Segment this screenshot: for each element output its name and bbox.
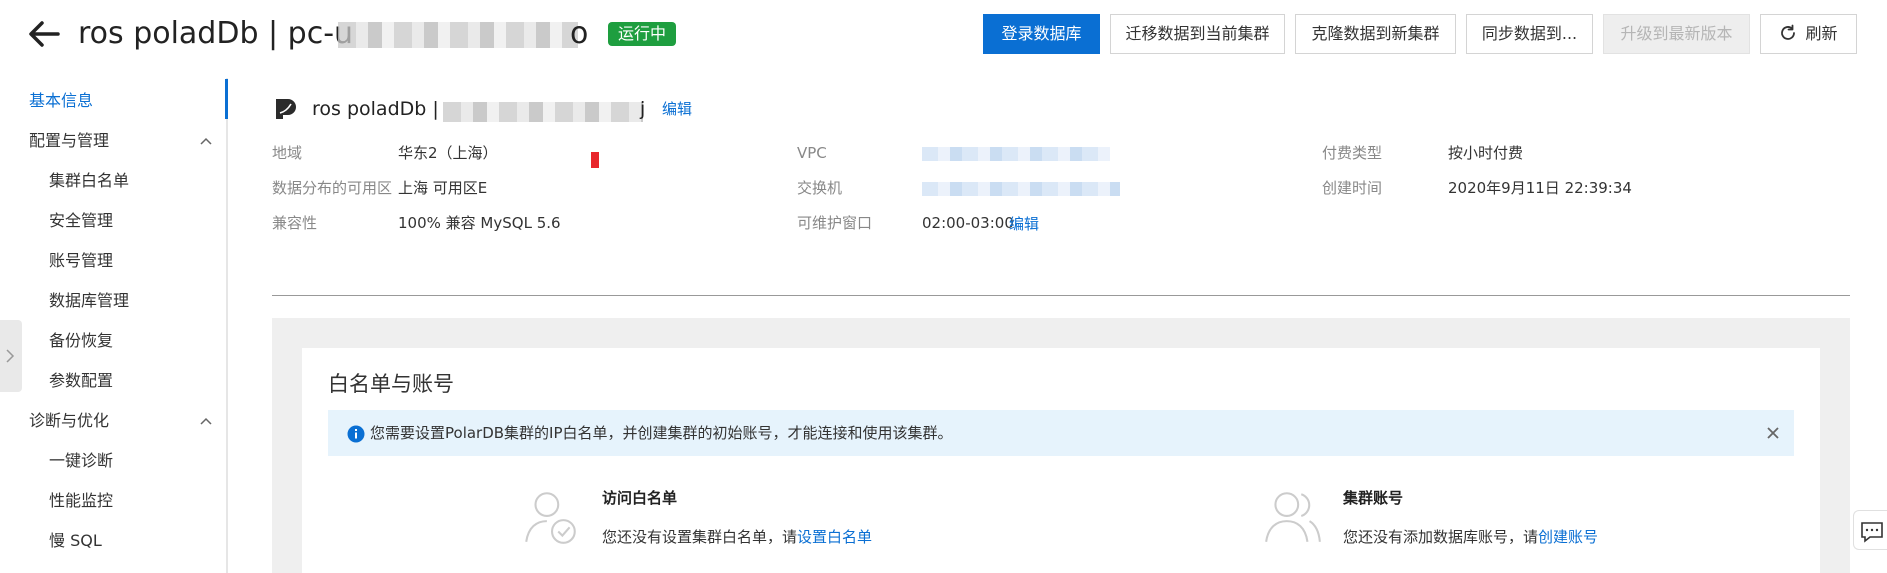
- created-label: 创建时间: [1322, 179, 1383, 197]
- sidebar-item-performance[interactable]: 性能监控: [49, 489, 113, 513]
- sidebar-item-whitelist[interactable]: 集群白名单: [49, 169, 129, 193]
- chevron-up-icon[interactable]: [199, 136, 213, 146]
- polardb-logo-icon: [276, 99, 296, 119]
- region-label: 地域: [272, 144, 303, 162]
- chat-icon: [1861, 522, 1883, 543]
- page-title-text: ros poladDb | pc-u: [78, 16, 354, 51]
- upgrade-version-button[interactable]: 升级到最新版本: [1603, 14, 1750, 54]
- create-account-link[interactable]: 创建账号: [1538, 528, 1598, 546]
- whitelist-desc: 您还没有设置集群白名单，请设置白名单: [602, 527, 872, 547]
- refresh-icon: [1781, 24, 1796, 40]
- maint-window-value: 02:00-03:00: [922, 214, 1014, 232]
- region-value: 华东2（上海）: [398, 144, 498, 162]
- notice-text: 您需要设置PolarDB集群的IP白名单，并创建集群的初始账号，才能连接和使用该…: [370, 424, 953, 442]
- login-database-button[interactable]: 登录数据库: [983, 14, 1100, 54]
- back-arrow-icon[interactable]: [24, 14, 64, 54]
- compat-label: 兼容性: [272, 214, 318, 232]
- sidebar-group-diagnosis[interactable]: 诊断与优化: [29, 409, 109, 433]
- page-title: ros poladDb | pc-u: [78, 14, 353, 54]
- refresh-label: 刷新: [1805, 24, 1838, 43]
- whitelist-user-icon: [525, 492, 576, 544]
- account-title: 集群账号: [1343, 489, 1404, 507]
- info-icon: [347, 425, 365, 443]
- zone-value: 上海 可用区E: [398, 179, 488, 197]
- set-whitelist-link[interactable]: 设置白名单: [797, 528, 872, 546]
- sidebar-item-backup[interactable]: 备份恢复: [49, 329, 113, 353]
- migrate-data-button[interactable]: 迁移数据到当前集群: [1110, 14, 1285, 54]
- maint-window-label: 可维护窗口: [797, 214, 873, 232]
- sync-data-button[interactable]: 同步数据到...: [1466, 14, 1593, 54]
- chevron-up-icon[interactable]: [199, 416, 213, 426]
- page-title-tail: o: [570, 16, 589, 51]
- close-icon[interactable]: [1765, 425, 1781, 441]
- sidebar-item-one-click-diagnosis[interactable]: 一键诊断: [49, 449, 113, 473]
- chat-support-button[interactable]: [1853, 510, 1887, 550]
- created-value: 2020年9月11日 22:39:34: [1448, 179, 1632, 197]
- status-badge: 运行中: [608, 22, 677, 46]
- pay-type-value: 按小时付费: [1448, 144, 1524, 162]
- edit-maint-window-link[interactable]: 编辑: [1009, 214, 1039, 234]
- redacted-cluster-id: [338, 22, 578, 48]
- redacted-instance-id: [443, 102, 643, 122]
- sidebar-item-basic-info[interactable]: 基本信息: [29, 89, 93, 113]
- refresh-button[interactable]: 刷新: [1760, 14, 1857, 54]
- sidebar-item-accounts[interactable]: 账号管理: [49, 249, 113, 273]
- account-users-icon: [1265, 492, 1321, 542]
- clone-data-button[interactable]: 克隆数据到新集群: [1295, 14, 1456, 54]
- sidebar-item-slow-sql[interactable]: 慢 SQL: [49, 529, 102, 553]
- chevron-right-icon: [6, 349, 15, 363]
- switch-label: 交换机: [797, 179, 843, 197]
- account-desc: 您还没有添加数据库账号，请创建账号: [1343, 527, 1598, 547]
- card-title: 白名单与账号: [328, 372, 454, 396]
- whitelist-desc-text: 您还没有设置集群白名单，请: [602, 528, 798, 546]
- instance-name-tail: j: [640, 98, 646, 120]
- redacted-switch-id: [922, 182, 1120, 196]
- whitelist-title: 访问白名单: [602, 489, 678, 507]
- account-desc-text: 您还没有添加数据库账号，请: [1343, 528, 1539, 546]
- vpc-label: VPC: [797, 144, 827, 162]
- redacted-vpc-id: [922, 147, 1110, 161]
- sidebar-collapse-toggle[interactable]: [0, 320, 22, 392]
- sidebar-divider: [226, 78, 228, 573]
- edit-name-link[interactable]: 编辑: [662, 99, 692, 119]
- sidebar-item-params[interactable]: 参数配置: [49, 369, 113, 393]
- red-marker: [591, 152, 599, 168]
- instance-name: ros poladDb |: [312, 98, 439, 120]
- sidebar-active-indicator: [225, 79, 228, 119]
- zone-label: 数据分布的可用区: [272, 179, 393, 197]
- section-divider: [272, 295, 1850, 296]
- sidebar-item-databases[interactable]: 数据库管理: [49, 289, 129, 313]
- compat-value: 100% 兼容 MySQL 5.6: [398, 214, 561, 232]
- sidebar-item-security[interactable]: 安全管理: [49, 209, 113, 233]
- pay-type-label: 付费类型: [1322, 144, 1383, 162]
- sidebar-group-config[interactable]: 配置与管理: [29, 129, 109, 153]
